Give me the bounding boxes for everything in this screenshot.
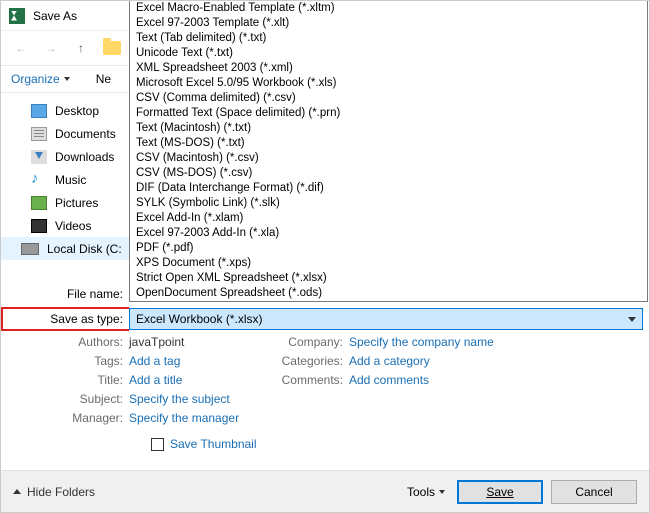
footer: Hide Folders Tools Save Cancel — [1, 470, 649, 512]
sidebar-item-desktop[interactable]: Desktop — [1, 99, 129, 122]
sidebar-item-label: Videos — [55, 219, 91, 233]
vids-icon — [31, 219, 47, 233]
tags-value[interactable]: Add a tag — [129, 354, 279, 368]
sidebar-item-disk[interactable]: Local Disk (C: — [1, 237, 129, 260]
file-type-option[interactable]: Strict Open XML Spreadsheet (*.xlsx) — [130, 271, 647, 286]
chevron-up-icon — [13, 489, 21, 494]
disk-icon — [21, 243, 39, 255]
file-type-option[interactable]: Text (Macintosh) (*.txt) — [130, 121, 647, 136]
cancel-button[interactable]: Cancel — [551, 480, 637, 504]
comments-value[interactable]: Add comments — [349, 373, 494, 387]
sidebar-item-music[interactable]: Music — [1, 168, 129, 191]
sidebar-item-vids[interactable]: Videos — [1, 214, 129, 237]
sidebar-item-docs[interactable]: Documents — [1, 122, 129, 145]
new-folder-button[interactable]: Ne — [96, 72, 111, 86]
sidebar-item-label: Music — [55, 173, 86, 187]
comments-label: Comments: — [279, 373, 349, 387]
folder-icon — [103, 41, 121, 55]
down-icon — [31, 150, 47, 164]
file-type-option[interactable]: CSV (Macintosh) (*.csv) — [130, 151, 647, 166]
file-type-option[interactable]: Formatted Text (Space delimited) (*.prn) — [130, 106, 647, 121]
title-label: Title: — [1, 373, 129, 387]
docs-icon — [31, 127, 47, 141]
sidebar-item-label: Local Disk (C: — [47, 242, 122, 256]
sidebar-item-pics[interactable]: Pictures — [1, 191, 129, 214]
chevron-down-icon — [439, 490, 445, 494]
file-type-option[interactable]: OpenDocument Spreadsheet (*.ods) — [130, 286, 647, 301]
categories-value[interactable]: Add a category — [349, 354, 494, 368]
excel-icon — [9, 8, 25, 24]
desktop-icon — [31, 104, 47, 118]
file-type-option[interactable]: PDF (*.pdf) — [130, 241, 647, 256]
manager-value[interactable]: Specify the manager — [129, 411, 279, 425]
file-type-dropdown[interactable]: Excel Macro-Enabled Template (*.xltm)Exc… — [129, 1, 648, 302]
organize-button[interactable]: Organize — [11, 72, 70, 86]
file-type-option[interactable]: SYLK (Symbolic Link) (*.slk) — [130, 196, 647, 211]
sidebar-item-label: Pictures — [55, 196, 98, 210]
save-button[interactable]: Save — [457, 480, 543, 504]
music-icon — [31, 173, 47, 187]
file-type-option[interactable]: Text (Tab delimited) (*.txt) — [130, 31, 647, 46]
savetype-value: Excel Workbook (*.xlsx) — [136, 312, 262, 326]
file-type-option[interactable]: Microsoft Excel 5.0/95 Workbook (*.xls) — [130, 76, 647, 91]
tools-button[interactable]: Tools — [407, 485, 445, 499]
file-type-option[interactable]: DIF (Data Interchange Format) (*.dif) — [130, 181, 647, 196]
file-type-option[interactable]: Excel Macro-Enabled Template (*.xltm) — [130, 1, 647, 16]
file-type-option[interactable]: CSV (Comma delimited) (*.csv) — [130, 91, 647, 106]
save-thumbnail-row[interactable]: Save Thumbnail — [151, 437, 257, 451]
metadata-grid: Authors: javaTpoint Company: Specify the… — [1, 335, 494, 425]
subject-label: Subject: — [1, 392, 129, 406]
save-thumbnail-label: Save Thumbnail — [170, 437, 257, 451]
sidebar-item-label: Documents — [55, 127, 116, 141]
sidebar: Desktop Documents Downloads Music Pictures Vi… — [1, 95, 129, 264]
forward-button: → — [39, 36, 63, 60]
company-value[interactable]: Specify the company name — [349, 335, 494, 349]
subject-value[interactable]: Specify the subject — [129, 392, 279, 406]
up-button[interactable]: ↑ — [69, 36, 93, 60]
pics-icon — [31, 196, 47, 210]
file-type-option[interactable]: XPS Document (*.xps) — [130, 256, 647, 271]
sidebar-item-label: Downloads — [55, 150, 114, 164]
file-type-option[interactable]: XML Spreadsheet 2003 (*.xml) — [130, 61, 647, 76]
back-button[interactable]: ← — [9, 36, 33, 60]
savetype-label: Save as type: — [1, 307, 129, 331]
file-type-option[interactable]: Unicode Text (*.txt) — [130, 46, 647, 61]
authors-value[interactable]: javaTpoint — [129, 335, 279, 349]
chevron-down-icon — [64, 77, 70, 81]
chevron-down-icon — [628, 317, 636, 322]
organize-label: Organize — [11, 72, 60, 86]
hide-folders-label: Hide Folders — [27, 485, 95, 499]
categories-label: Categories: — [279, 354, 349, 368]
sidebar-item-down[interactable]: Downloads — [1, 145, 129, 168]
sidebar-item-label: Desktop — [55, 104, 99, 118]
file-type-option[interactable]: CSV (MS-DOS) (*.csv) — [130, 166, 647, 181]
savetype-row: Save as type: Excel Workbook (*.xlsx) — [1, 307, 649, 331]
title-value[interactable]: Add a title — [129, 373, 279, 387]
window-title: Save As — [33, 9, 77, 23]
filename-label: File name: — [1, 287, 129, 301]
tags-label: Tags: — [1, 354, 129, 368]
savetype-field[interactable]: Excel Workbook (*.xlsx) — [129, 308, 643, 330]
save-thumbnail-checkbox[interactable] — [151, 438, 164, 451]
hide-folders-button[interactable]: Hide Folders — [13, 485, 95, 499]
tools-label: Tools — [407, 485, 435, 499]
file-type-option[interactable]: Text (MS-DOS) (*.txt) — [130, 136, 647, 151]
manager-label: Manager: — [1, 411, 129, 425]
file-type-option[interactable]: Excel 97-2003 Add-In (*.xla) — [130, 226, 647, 241]
file-type-option[interactable]: Excel 97-2003 Template (*.xlt) — [130, 16, 647, 31]
authors-label: Authors: — [1, 335, 129, 349]
file-type-option[interactable]: Excel Add-In (*.xlam) — [130, 211, 647, 226]
company-label: Company: — [279, 335, 349, 349]
